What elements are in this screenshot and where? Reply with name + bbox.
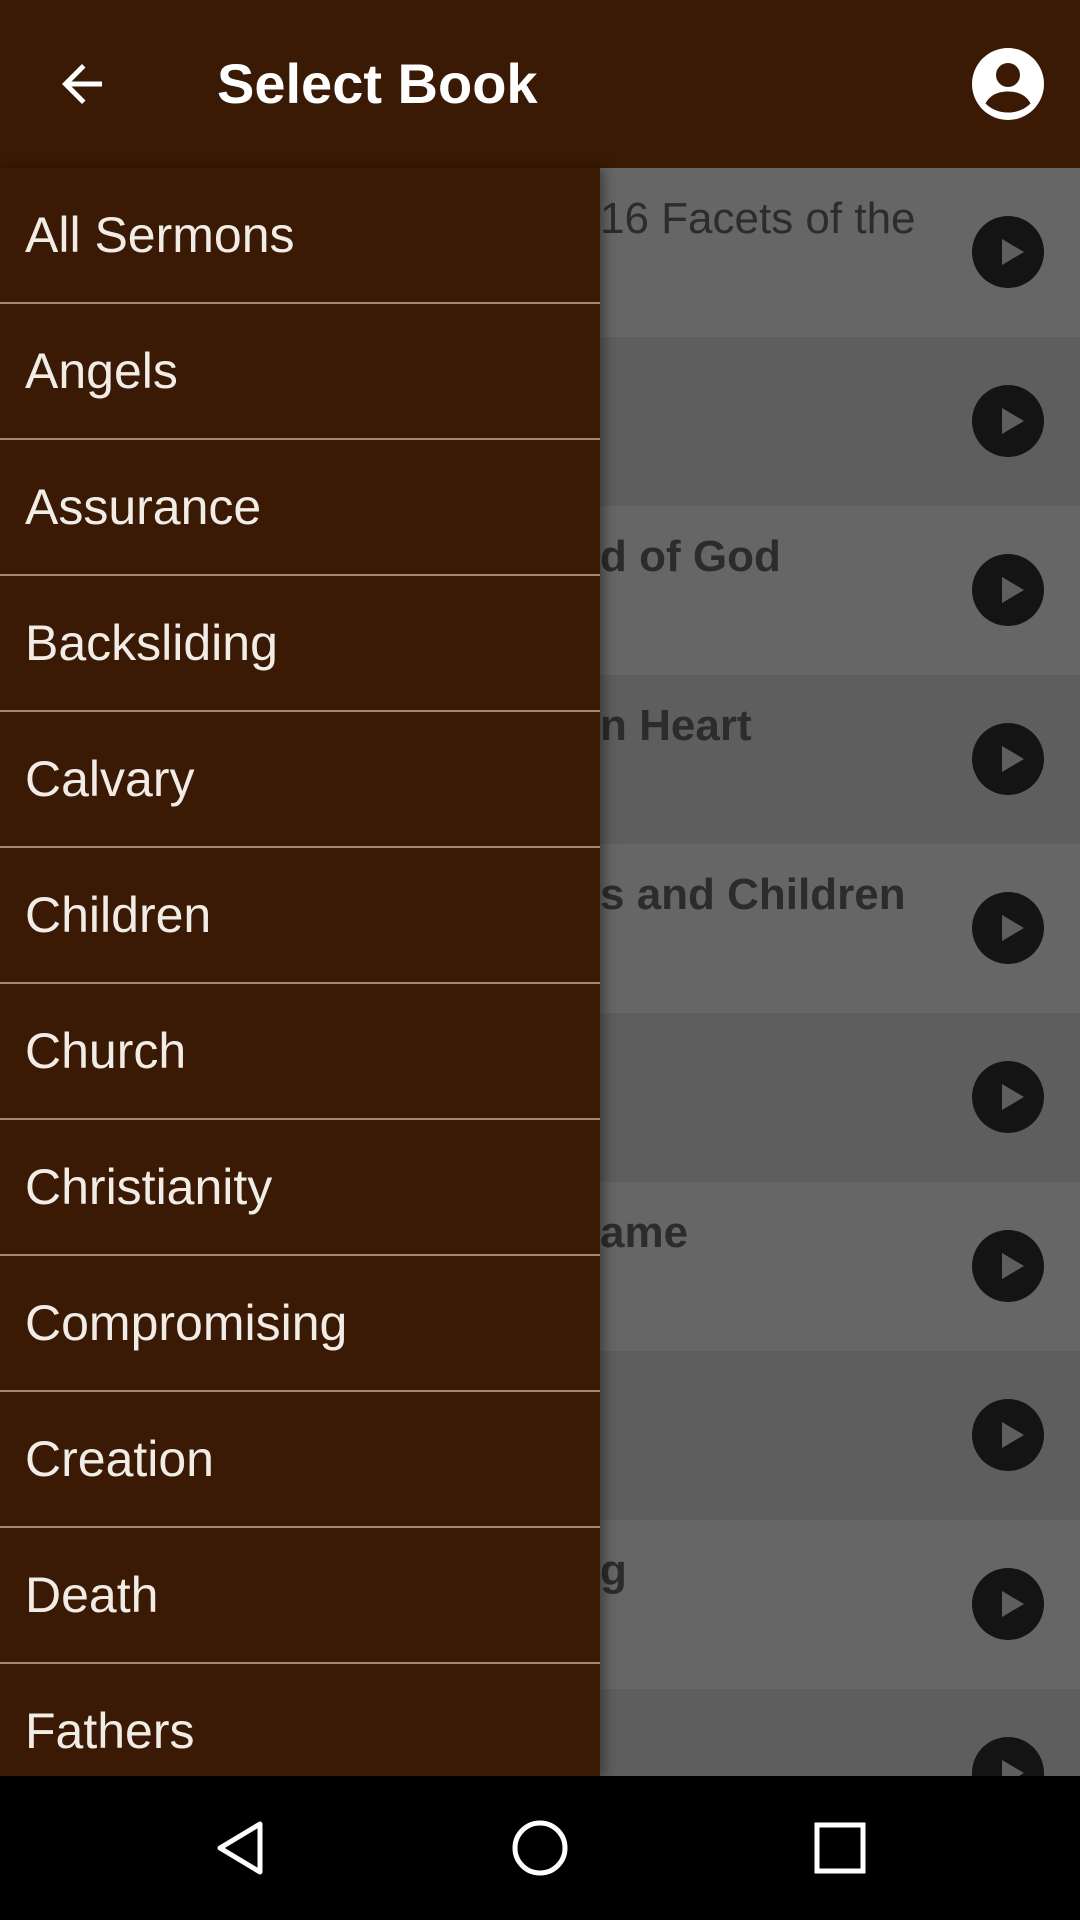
app-bar: Select Book — [0, 0, 1080, 168]
drawer-item[interactable]: Calvary — [0, 712, 600, 848]
play-icon — [972, 1061, 1044, 1133]
play-icon — [972, 1568, 1044, 1640]
drawer-item[interactable]: Creation — [0, 1392, 600, 1528]
play-icon — [972, 1230, 1044, 1302]
home-nav-icon[interactable] — [510, 1818, 570, 1878]
play-icon — [972, 723, 1044, 795]
play-icon — [972, 554, 1044, 626]
arrow-left-icon[interactable] — [52, 54, 112, 114]
play-icon — [972, 216, 1044, 288]
drawer-item[interactable]: Church — [0, 984, 600, 1120]
drawer-item[interactable]: Compromising — [0, 1256, 600, 1392]
sermon-title: g — [600, 1546, 627, 1595]
book-drawer: All Sermons Angels Assurance Backsliding Cal… — [0, 168, 600, 1776]
drawer-item[interactable]: Christianity — [0, 1120, 600, 1256]
sermon-title: s and Children — [600, 870, 906, 919]
system-nav-bar — [0, 1776, 1080, 1920]
drawer-item[interactable]: Assurance — [0, 440, 600, 576]
play-icon — [972, 1399, 1044, 1471]
drawer-item[interactable]: Fathers — [0, 1664, 600, 1776]
sermon-title: 16 Facets of the — [600, 194, 916, 243]
back-nav-icon[interactable] — [210, 1818, 270, 1878]
page-title: Select Book — [217, 52, 538, 115]
drawer-item[interactable]: Backsliding — [0, 576, 600, 712]
account-circle-icon[interactable] — [972, 48, 1044, 120]
sermon-title: ame — [600, 1208, 689, 1257]
sermon-title: n Heart — [600, 701, 752, 750]
sermon-title: d of God — [600, 532, 781, 581]
drawer-item[interactable]: All Sermons — [0, 168, 600, 304]
drawer-item[interactable]: Death — [0, 1528, 600, 1664]
drawer-item[interactable]: Angels — [0, 304, 600, 440]
play-icon — [972, 385, 1044, 457]
drawer-item[interactable]: Children — [0, 848, 600, 984]
play-icon — [972, 1737, 1044, 1776]
play-icon — [972, 892, 1044, 964]
recents-nav-icon[interactable] — [810, 1818, 870, 1878]
